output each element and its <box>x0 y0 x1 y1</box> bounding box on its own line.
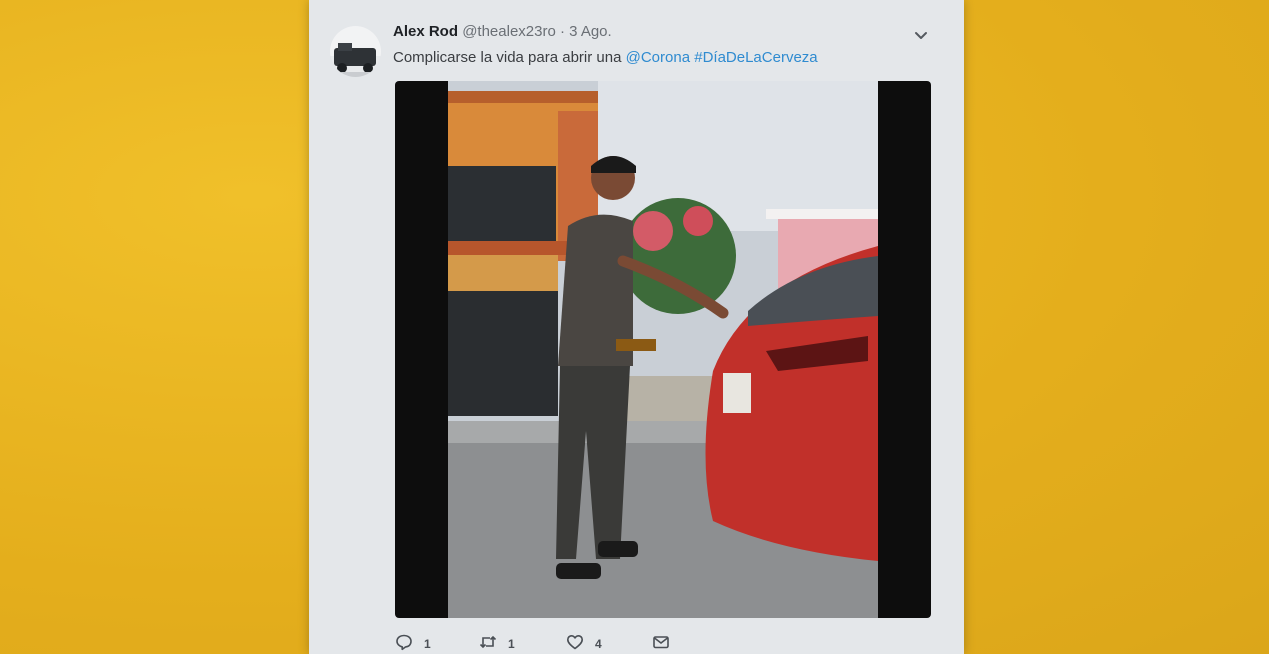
video-frame[interactable] <box>448 81 878 618</box>
separator-dot: · <box>559 23 565 40</box>
hashtag-link[interactable]: #DíaDeLaCerveza <box>694 49 817 66</box>
avatar-image <box>330 26 381 77</box>
tweet-date[interactable]: 3 Ago. <box>569 23 612 40</box>
user-handle[interactable]: @thealex23ro <box>462 23 556 40</box>
tweet-actions: 1 1 4 <box>395 634 695 654</box>
message-action[interactable] <box>652 634 670 654</box>
envelope-icon <box>652 633 670 654</box>
tweet-card: Alex Rod @thealex23ro · 3 Ago. Complicar… <box>309 0 964 654</box>
like-count: 4 <box>595 637 602 651</box>
avatar[interactable] <box>330 26 381 77</box>
heart-icon <box>566 633 584 654</box>
reply-count: 1 <box>424 637 431 651</box>
tweet-text-body: Complicarse la vida para abrir una <box>393 49 622 66</box>
retweet-action[interactable]: 1 <box>479 634 515 654</box>
mention-link[interactable]: @Corona <box>626 49 690 66</box>
chevron-down-icon[interactable] <box>912 26 930 44</box>
retweet-count: 1 <box>508 637 515 651</box>
tweet-text: Complicarse la vida para abrir una @Coro… <box>393 49 818 66</box>
reply-action[interactable]: 1 <box>395 634 431 654</box>
tweet-header: Alex Rod @thealex23ro · 3 Ago. <box>393 23 612 40</box>
reply-icon <box>395 633 413 654</box>
like-action[interactable]: 4 <box>566 634 602 654</box>
retweet-icon <box>479 633 497 654</box>
display-name[interactable]: Alex Rod <box>393 23 458 40</box>
tweet-media[interactable] <box>395 81 931 618</box>
